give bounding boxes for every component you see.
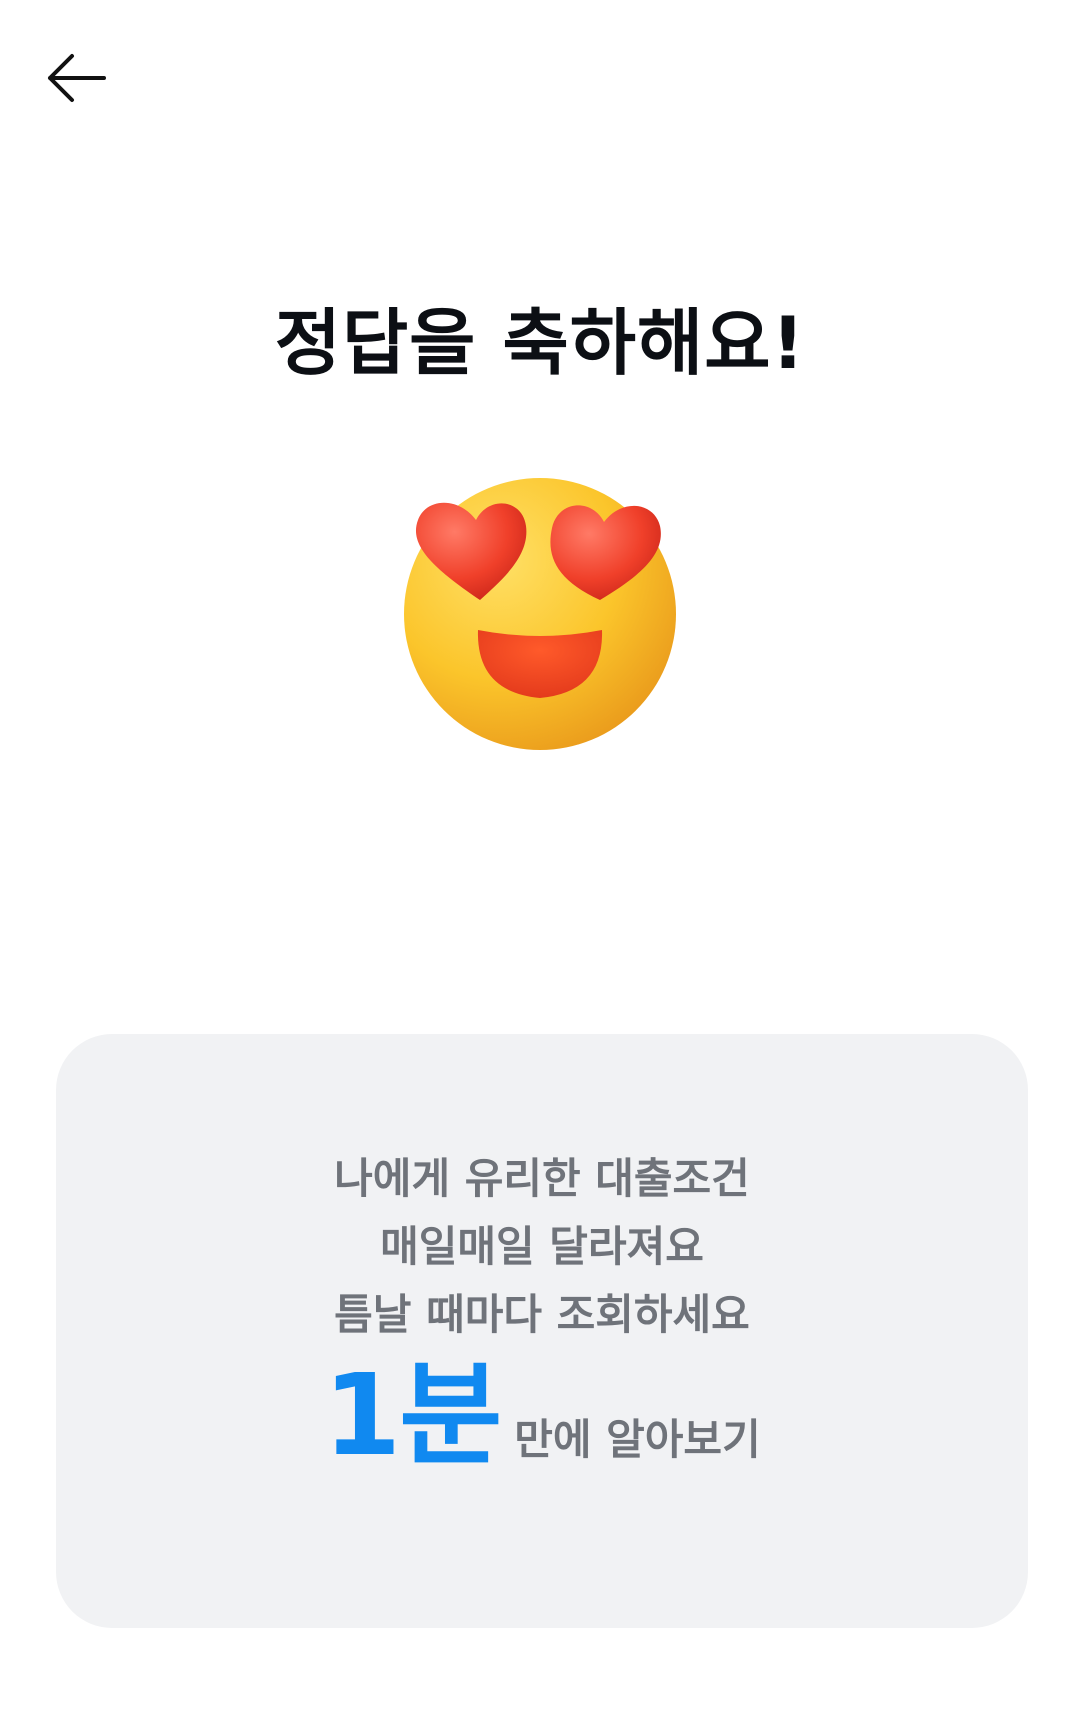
back-button[interactable] — [36, 44, 116, 116]
cta-line: 1분 만에 알아보기 — [56, 1360, 1028, 1472]
info-card[interactable]: 나에게 유리한 대출조건 매일매일 달라져요 틈날 때마다 조회하세요 1분 만에… — [56, 1034, 1028, 1628]
heart-eyes-emoji — [396, 470, 684, 758]
page-title: 정답을 축하해요! — [274, 301, 806, 385]
cta-text: 만에 알아보기 — [514, 1415, 761, 1464]
info-line: 매일매일 달라져요 — [380, 1222, 704, 1271]
cta-highlight: 1분 — [323, 1351, 502, 1481]
arrow-left-icon — [44, 52, 108, 108]
info-line: 틈날 때마다 조회하세요 — [334, 1290, 750, 1339]
info-line: 나에게 유리한 대출조건 — [334, 1154, 750, 1203]
